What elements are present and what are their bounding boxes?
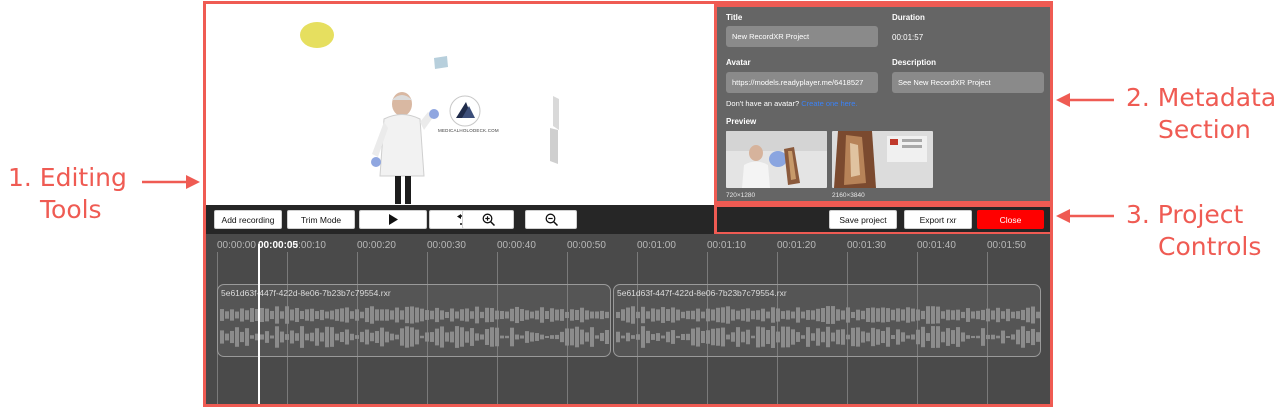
add-recording-button[interactable]: Add recording — [214, 210, 282, 229]
scene-render — [300, 22, 559, 204]
timeline-tick-label: 00:01:50 — [987, 240, 1026, 251]
timeline-tick-label: 00:00:40 — [497, 240, 536, 251]
project-controls-highlight — [714, 204, 1050, 235]
annotation-metadata-section: 2. Metadata Section — [1126, 82, 1276, 146]
annotation-line: 1. Editing — [8, 163, 127, 192]
arrow-left-icon — [1056, 93, 1114, 107]
trim-mode-button[interactable]: Trim Mode — [287, 210, 355, 229]
clip-waveform — [220, 306, 609, 348]
annotation-line: Tools — [40, 195, 102, 224]
playhead[interactable] — [258, 244, 260, 404]
timeline-tick-label: 00:01:00 — [637, 240, 676, 251]
annotation-project-controls: 3. Project Controls — [1126, 199, 1261, 263]
timeline-clip[interactable]: 5e61d63f-447f-422d-8e06-7b23b7c79554.rxr — [613, 284, 1041, 357]
zoom-out-icon — [545, 213, 558, 226]
zoom-out-button[interactable] — [525, 210, 577, 229]
annotation-line: 2. Metadata — [1126, 83, 1277, 112]
annotation-editing-tools: 1. Editing Tools — [8, 162, 127, 226]
arrow-right-icon — [142, 175, 200, 189]
timeline[interactable]: 00:00:00 00:00:10 00:00:20 00:00:30 00:00:40… — [206, 234, 1050, 404]
timeline-tick-label: 00:01:10 — [707, 240, 746, 251]
timeline-tick-label: 00:00:30 — [427, 240, 466, 251]
timeline-tick-label: 00:01:40 — [917, 240, 956, 251]
scene-viewport[interactable]: MEDICALHOLODECK.COM — [206, 4, 714, 205]
metadata-section-highlight — [714, 4, 1050, 204]
timeline-tick-label: 00:00:20 — [357, 240, 396, 251]
timeline-tick-label: 00:01:30 — [847, 240, 886, 251]
app-window: MEDICALHOLODECK.COM Title New RecordXR P… — [203, 1, 1053, 407]
zoom-in-btn[interactable] — [462, 210, 514, 229]
timeline-clip[interactable]: 5e61d63f-447f-422d-8e06-7b23b7c79554.rxr — [217, 284, 611, 357]
play-button[interactable] — [359, 210, 427, 229]
timeline-tick-label: 00:01:20 — [777, 240, 816, 251]
clip-waveform — [616, 306, 1040, 348]
play-icon — [389, 214, 398, 225]
annotation-line: Section — [1158, 115, 1251, 144]
annotation-line: Controls — [1158, 232, 1262, 261]
timeline-tick-label: 00:00:00 — [217, 240, 256, 251]
annotation-line: 3. Project — [1126, 200, 1244, 229]
zoom-in-icon — [482, 213, 495, 226]
scene-logo-text: MEDICALHOLODECK.COM — [438, 128, 499, 133]
editing-toolbar: Add recording Trim Mode — [206, 205, 714, 234]
arrow-left-icon — [1056, 209, 1114, 223]
playhead-time: 00:00:05 — [258, 240, 299, 251]
timeline-tick-label: 00:00:50 — [567, 240, 606, 251]
